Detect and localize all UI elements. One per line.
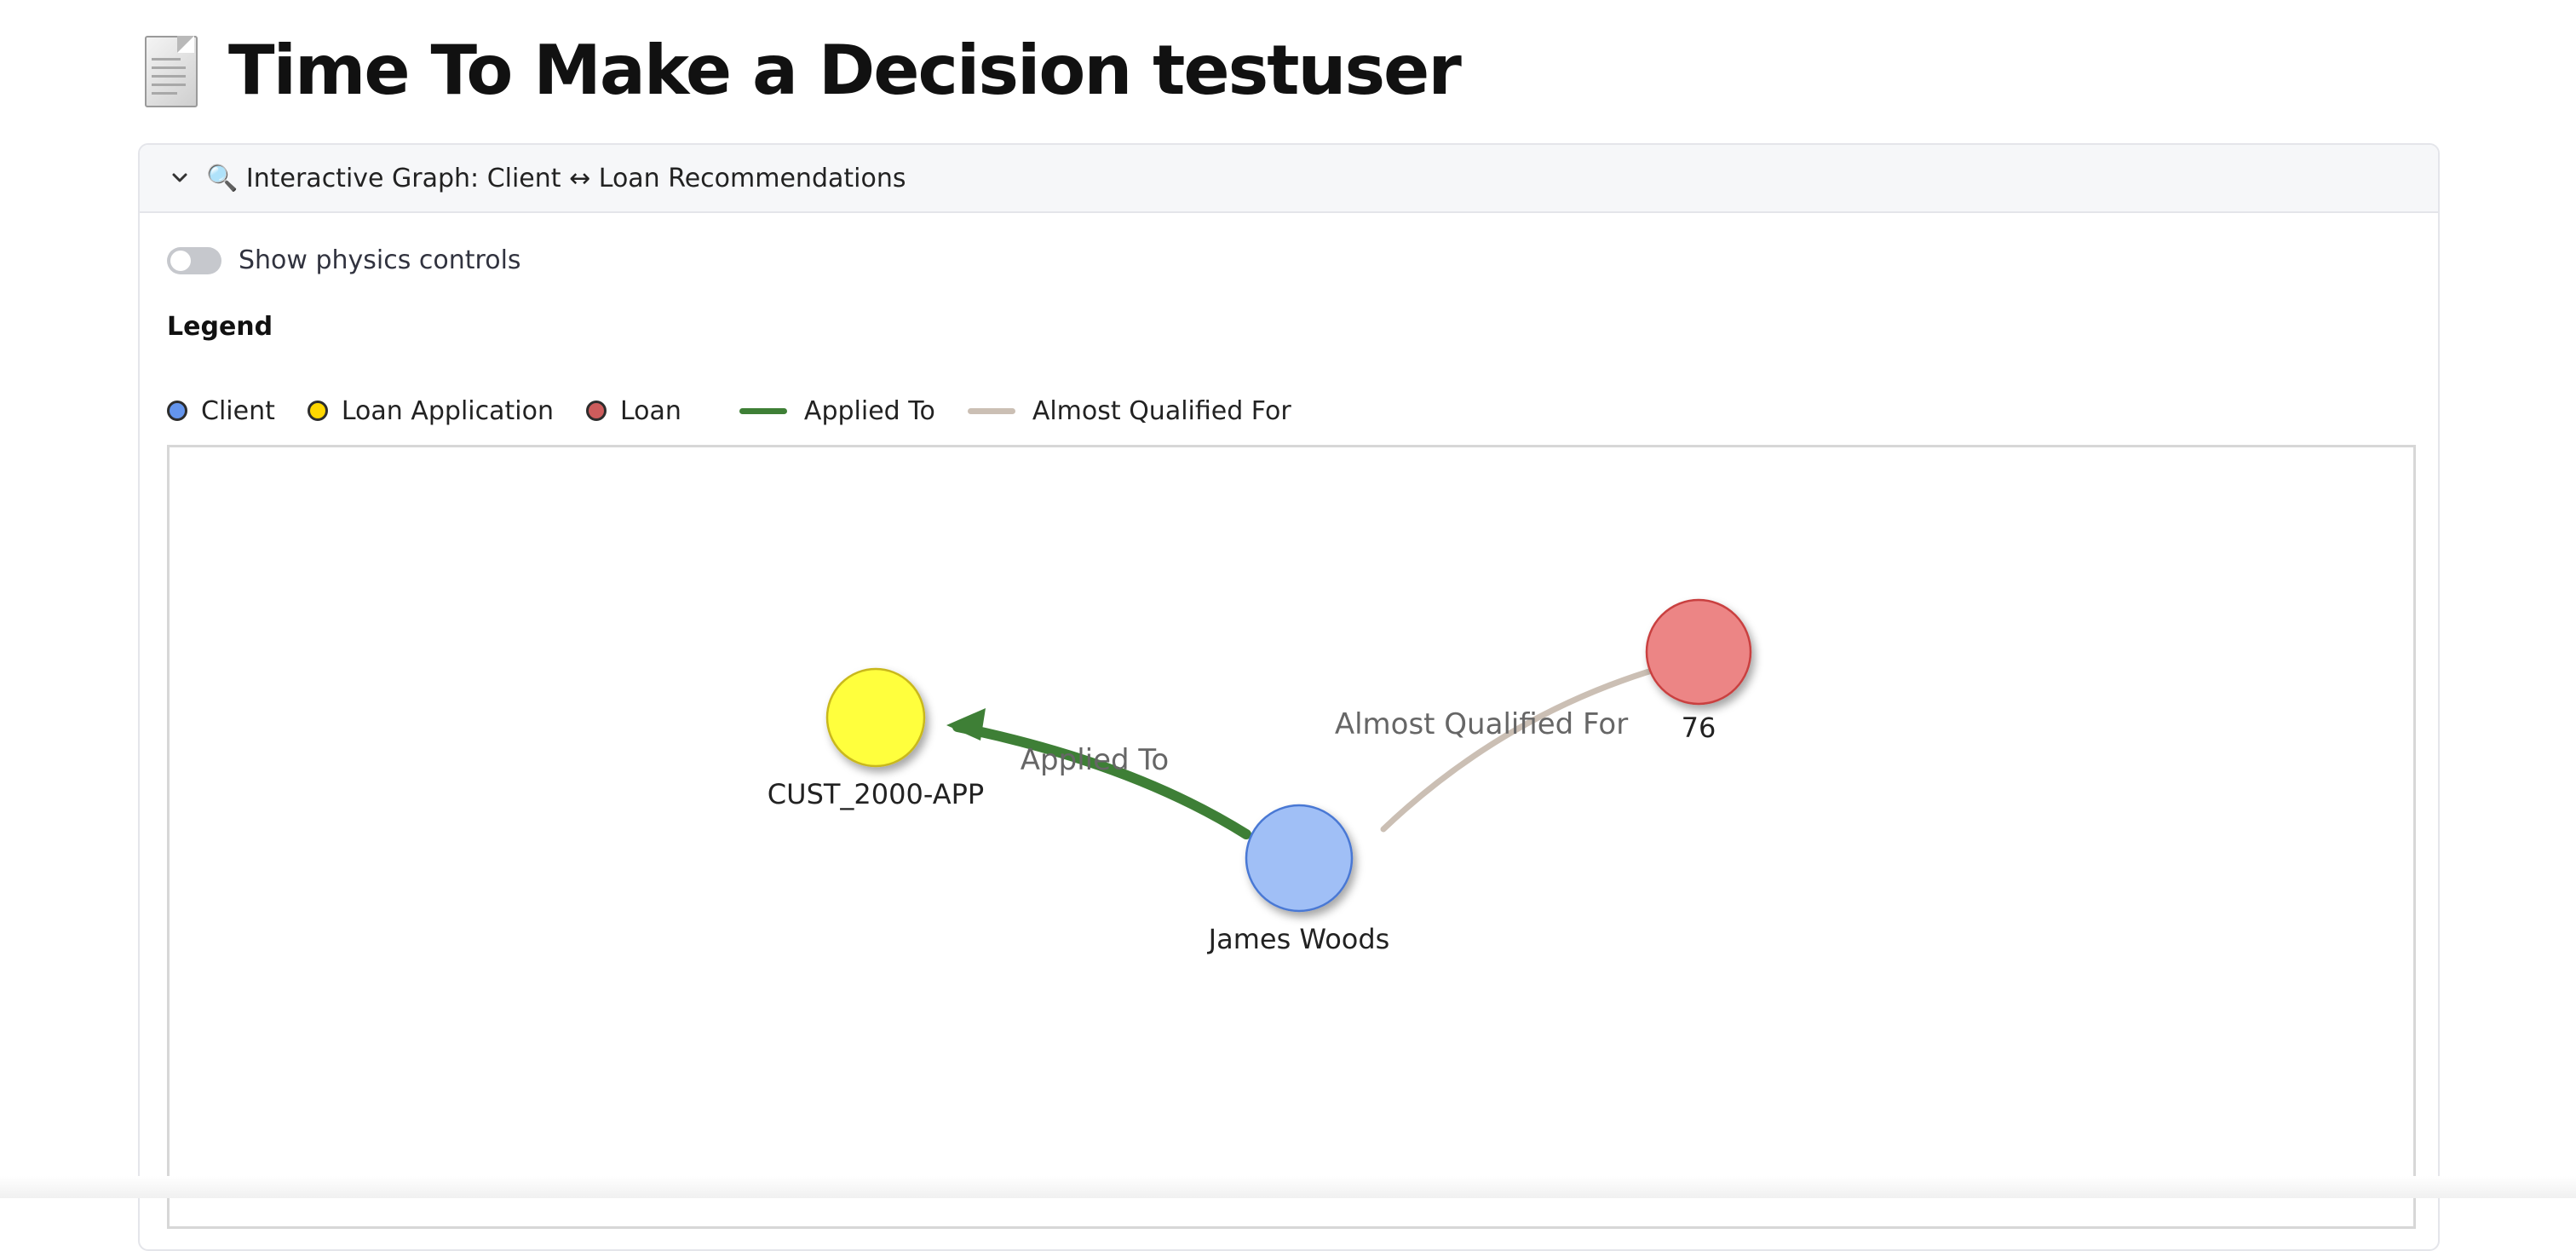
graph-svg[interactable]: Applied To Almost Qualified For CUST_200…	[170, 447, 2413, 1226]
expander-header[interactable]: 🔍 Interactive Graph: Client ↔ Loan Recom…	[140, 145, 2438, 213]
legend-item-loan-application: Loan Application	[307, 395, 554, 426]
node-client[interactable]	[1245, 804, 1354, 913]
edge-almost-qualified-for[interactable]	[1380, 662, 1672, 833]
graph-expander: 🔍 Interactive Graph: Client ↔ Loan Recom…	[138, 143, 2440, 1251]
legend-label: Loan Application	[341, 395, 554, 426]
page-title: Time To Make a Decision testuser	[228, 30, 1462, 110]
applied-to-line-icon	[739, 407, 787, 414]
graph-canvas[interactable]: Applied To Almost Qualified For CUST_200…	[167, 445, 2416, 1229]
edge-applied-to-arrowhead	[946, 708, 986, 741]
physics-toggle-label[interactable]: Show physics controls	[239, 245, 521, 275]
legend-item-loan: Loan	[585, 395, 681, 426]
legend-label: Applied To	[803, 395, 935, 426]
node-label-loan-application: CUST_2000-APP	[768, 778, 984, 810]
edge-label-applied-to: Applied To	[1021, 743, 1169, 777]
legend-item-client: Client	[167, 396, 275, 426]
legend-label: Almost Qualified For	[1032, 395, 1291, 426]
node-loan-application[interactable]	[825, 667, 926, 768]
legend: Client Loan Application Loan Applied To …	[167, 394, 1324, 428]
node-loan[interactable]	[1645, 598, 1752, 706]
legend-label: Client	[201, 395, 275, 426]
loan-dot-icon	[585, 401, 607, 421]
legend-title: Legend	[167, 312, 273, 342]
legend-label: Loan	[619, 395, 681, 426]
legend-item-almost-qualified-for: Almost Qualified For	[967, 395, 1291, 426]
node-label-client: James Woods	[1207, 923, 1390, 955]
physics-toggle-row[interactable]: Show physics controls	[167, 245, 521, 275]
edge-label-almost-qualified-for: Almost Qualified For	[1335, 707, 1628, 741]
bottom-fade	[0, 1176, 2576, 1198]
expander-label[interactable]: 🔍 Interactive Graph: Client ↔ Loan Recom…	[206, 164, 906, 193]
legend-item-applied-to: Applied To	[714, 396, 935, 426]
page-facing-up-icon	[140, 32, 206, 107]
loan-application-dot-icon	[307, 401, 328, 421]
chevron-down-icon[interactable]	[165, 164, 194, 193]
page-header: Time To Make a Decision testuser	[140, 24, 1462, 116]
node-label-loan: 76	[1682, 712, 1716, 744]
almost-qualified-line-icon	[967, 407, 1015, 414]
toggle-knob	[170, 250, 191, 271]
physics-toggle[interactable]	[167, 246, 221, 274]
client-dot-icon	[167, 401, 187, 421]
